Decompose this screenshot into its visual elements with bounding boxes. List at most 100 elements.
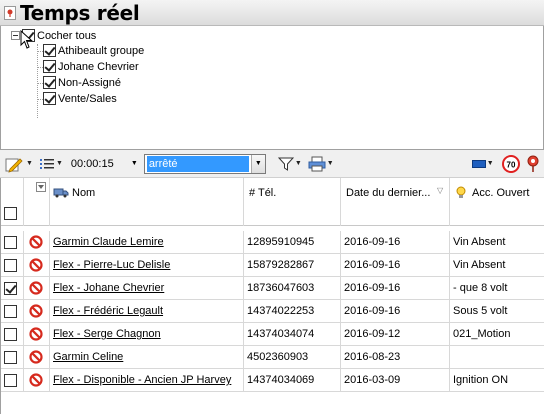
table-row[interactable]: Garmin Celine 4502360903 2016-08-23: [1, 346, 544, 369]
column-filter-icon[interactable]: [36, 182, 46, 195]
tree-item-vente-sales[interactable]: Vente/Sales: [43, 92, 117, 105]
acc-value: Ignition ON: [453, 374, 509, 386]
row-name-cell[interactable]: Flex - Johane Chevrier: [50, 277, 244, 300]
row-acc-cell: Sous 5 volt: [450, 300, 544, 323]
filter-button[interactable]: ▼: [277, 153, 302, 175]
stopped-status-icon: [29, 350, 43, 369]
edit-button[interactable]: ▼: [5, 153, 33, 175]
tree-item-checkbox[interactable]: [43, 60, 56, 73]
table-row[interactable]: Garmin Claude Lemire 12895910945 2016-09-1…: [1, 231, 544, 254]
edit-icon: [5, 157, 23, 173]
date-value: 2016-09-16: [344, 236, 401, 248]
vehicle-name-link[interactable]: Flex - Frédéric Legault: [50, 305, 163, 317]
row-select-cell[interactable]: [1, 323, 24, 346]
row-select-cell[interactable]: [1, 300, 24, 323]
row-date-cell: 2016-08-23: [341, 346, 450, 369]
row-checkbox[interactable]: [4, 328, 17, 341]
row-checkbox[interactable]: [4, 282, 17, 295]
interval-dropdown-icon[interactable]: ▼: [131, 160, 138, 167]
row-acc-cell: Vin Absent: [450, 254, 544, 277]
column-date-label[interactable]: Date du dernier...: [346, 187, 430, 199]
status-filter-select[interactable]: arrêté ▼: [143, 153, 266, 174]
header-nom[interactable]: Nom: [50, 178, 244, 226]
table-row[interactable]: Flex - Johane Chevrier 18736047603 2016-09…: [1, 277, 544, 300]
chevron-down-icon[interactable]: ▼: [250, 154, 265, 173]
vehicle-name-link[interactable]: Flex - Johane Chevrier: [50, 282, 164, 294]
list-icon: [39, 158, 54, 169]
row-status-cell: [24, 369, 50, 392]
row-checkbox[interactable]: [4, 305, 17, 318]
tree-item-label[interactable]: Johane Chevrier: [58, 61, 139, 73]
header-date[interactable]: Date du dernier... ▽: [341, 178, 450, 226]
tree-root-label[interactable]: Cocher tous: [37, 30, 96, 42]
row-status-cell: [24, 300, 50, 323]
header-acc[interactable]: Acc. Ouvert: [450, 178, 544, 226]
row-name-cell[interactable]: Flex - Pierre-Luc Delisle: [50, 254, 244, 277]
row-select-cell[interactable]: [1, 277, 24, 300]
phone-value: 12895910945: [247, 236, 315, 248]
row-name-cell[interactable]: Garmin Claude Lemire: [50, 231, 244, 254]
row-checkbox[interactable]: [4, 259, 17, 272]
row-checkbox[interactable]: [4, 374, 17, 387]
status-filter-value[interactable]: arrêté: [146, 155, 249, 172]
row-checkbox[interactable]: [4, 236, 17, 249]
vehicle-name-link[interactable]: Flex - Pierre-Luc Delisle: [50, 259, 170, 271]
date-value: 2016-08-23: [344, 351, 401, 363]
column-acc-label[interactable]: Acc. Ouvert: [472, 187, 529, 199]
row-checkbox[interactable]: [4, 351, 17, 364]
column-tel-label[interactable]: # Tél.: [249, 187, 276, 199]
row-status-cell: [24, 231, 50, 254]
row-name-cell[interactable]: Flex - Serge Chagnon: [50, 323, 244, 346]
tree-item-non-assigne[interactable]: Non-Assigné: [43, 76, 121, 89]
row-select-cell[interactable]: [1, 369, 24, 392]
row-select-cell[interactable]: [1, 254, 24, 277]
refresh-interval[interactable]: 00:00:15: [71, 158, 127, 170]
tree-item-label[interactable]: Non-Assigné: [58, 77, 121, 89]
row-name-cell[interactable]: Flex - Frédéric Legault: [50, 300, 244, 323]
tree-item-athibeault[interactable]: Athibeault groupe: [43, 44, 144, 57]
print-icon: [308, 156, 326, 171]
row-date-cell: 2016-03-09: [341, 369, 450, 392]
row-select-cell[interactable]: [1, 346, 24, 369]
date-value: 2016-09-16: [344, 305, 401, 317]
row-acc-cell: 021_Motion: [450, 323, 544, 346]
row-phone-cell: 14374034074: [244, 323, 341, 346]
table-row[interactable]: Flex - Pierre-Luc Delisle 15879282867 2016…: [1, 254, 544, 277]
row-date-cell: 2016-09-16: [341, 231, 450, 254]
location-pin-icon: [4, 5, 16, 20]
vehicle-name-link[interactable]: Flex - Disponible - Ancien JP Harvey: [50, 374, 231, 386]
tree-item-checkbox[interactable]: [43, 44, 56, 57]
tree-item-label[interactable]: Athibeault groupe: [58, 45, 144, 57]
row-phone-cell: 14374022253: [244, 300, 341, 323]
vehicle-name-link[interactable]: Flex - Serge Chagnon: [50, 328, 161, 340]
tree-item-johane[interactable]: Johane Chevrier: [43, 60, 139, 73]
header-tel[interactable]: # Tél.: [244, 178, 341, 226]
row-name-cell[interactable]: Garmin Celine: [50, 346, 244, 369]
acc-value: Vin Absent: [453, 259, 506, 271]
phone-value: 4502360903: [247, 351, 309, 363]
row-name-cell[interactable]: Flex - Disponible - Ancien JP Harvey: [50, 369, 244, 392]
row-select-cell[interactable]: [1, 231, 24, 254]
tree-item-checkbox[interactable]: [43, 92, 56, 105]
color-button[interactable]: ▼: [471, 153, 494, 175]
vehicle-name-link[interactable]: Garmin Claude Lemire: [50, 236, 164, 248]
phone-value: 14374034069: [247, 374, 315, 386]
select-all-checkbox[interactable]: [4, 207, 17, 220]
vehicle-name-link[interactable]: Garmin Celine: [50, 351, 123, 363]
table-row[interactable]: Flex - Frédéric Legault 14374022253 2016-0…: [1, 300, 544, 323]
stopped-status-icon: [29, 373, 43, 392]
list-button[interactable]: ▼: [39, 153, 63, 175]
column-nom-label[interactable]: Nom: [72, 187, 95, 199]
title-bar: Temps réel: [0, 0, 544, 26]
collapse-icon[interactable]: [11, 31, 20, 40]
print-button[interactable]: ▼: [308, 153, 334, 175]
table-row[interactable]: Flex - Disponible - Ancien JP Harvey 1437…: [1, 369, 544, 392]
row-date-cell: 2016-09-16: [341, 254, 450, 277]
sort-icon[interactable]: ▽: [437, 186, 443, 195]
map-pin-button[interactable]: [526, 153, 540, 175]
tree-item-label[interactable]: Vente/Sales: [58, 93, 117, 105]
table-row[interactable]: Flex - Serge Chagnon 14374034074 2016-09-1…: [1, 323, 544, 346]
speed-limit-button[interactable]: 70: [501, 153, 520, 175]
row-phone-cell: 15879282867: [244, 254, 341, 277]
tree-item-checkbox[interactable]: [43, 76, 56, 89]
